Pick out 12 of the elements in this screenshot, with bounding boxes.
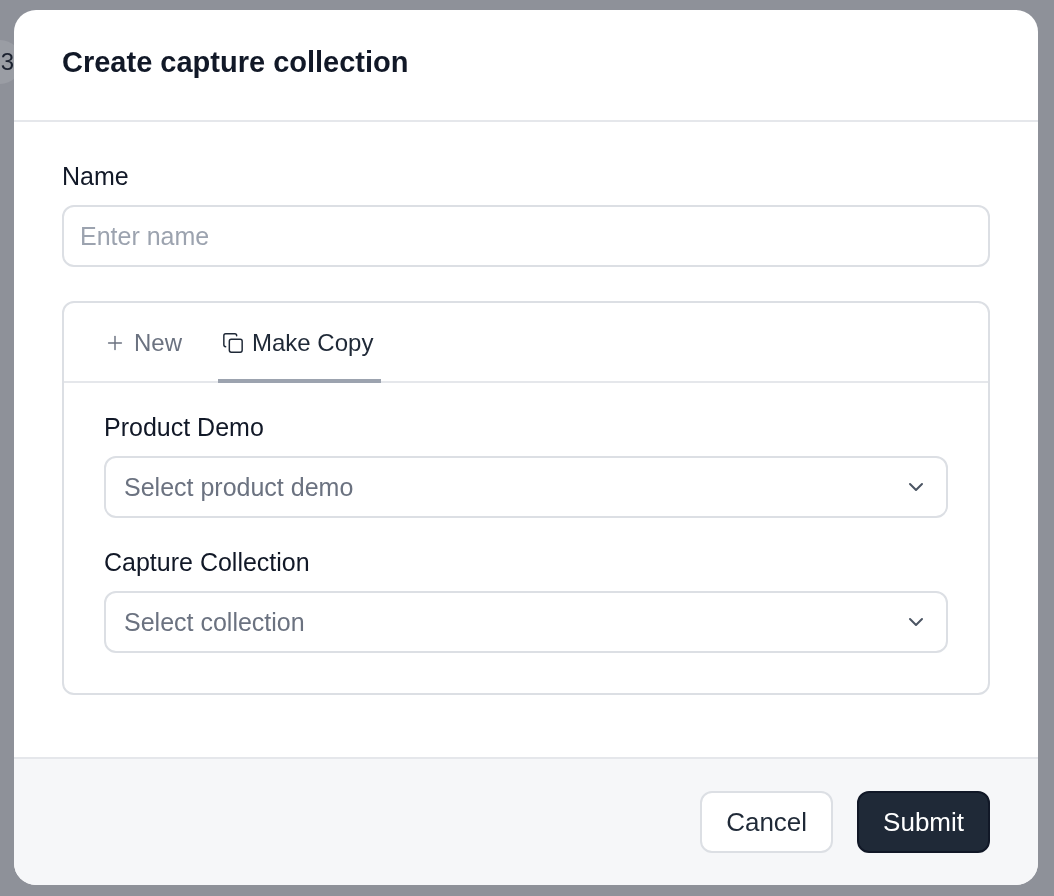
copy-icon xyxy=(222,332,244,354)
submit-button[interactable]: Submit xyxy=(857,791,990,853)
name-input-field[interactable]: Enter name xyxy=(62,205,990,267)
select-field[interactable]: Select collection xyxy=(104,591,948,653)
field-label: Capture Collection xyxy=(104,548,311,577)
field-label: Product Demo xyxy=(104,413,265,442)
cancel-button[interactable]: Cancel xyxy=(700,791,834,853)
tab[interactable]: Make Copy xyxy=(218,303,382,383)
dialog-title: Create capture collection xyxy=(62,45,409,79)
tab[interactable]: New xyxy=(104,303,182,383)
field-label: Name xyxy=(62,162,130,191)
select-field[interactable]: Select product demo xyxy=(104,456,948,518)
